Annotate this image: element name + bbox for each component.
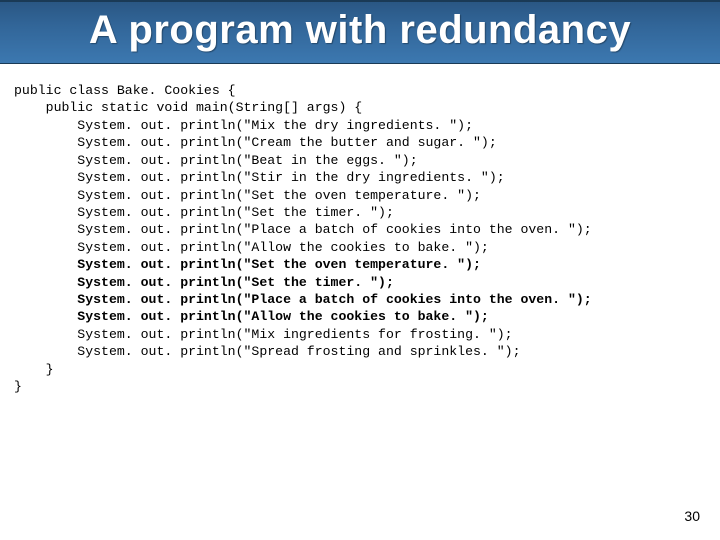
slide-title: A program with redundancy (0, 8, 720, 53)
code-line-bold: System. out. println("Set the timer. "); (14, 275, 394, 290)
code-block: public class Bake. Cookies { public stat… (0, 64, 720, 396)
code-line: System. out. println("Set the timer. "); (14, 205, 394, 220)
code-line-bold: System. out. println("Place a batch of c… (14, 292, 592, 307)
slide: A program with redundancy public class B… (0, 0, 720, 540)
code-line: } (14, 379, 22, 394)
code-line: System. out. println("Spread frosting an… (14, 344, 520, 359)
code-line: System. out. println("Set the oven tempe… (14, 188, 481, 203)
code-line-bold: System. out. println("Allow the cookies … (14, 309, 489, 324)
code-line: System. out. println("Cream the butter a… (14, 135, 497, 150)
code-line: System. out. println("Mix the dry ingred… (14, 118, 473, 133)
code-line: public class Bake. Cookies { (14, 83, 236, 98)
code-line: System. out. println("Place a batch of c… (14, 222, 592, 237)
code-line: System. out. println("Stir in the dry in… (14, 170, 505, 185)
code-line-bold: System. out. println("Set the oven tempe… (14, 257, 481, 272)
code-line: } (14, 362, 54, 377)
page-number: 30 (684, 508, 700, 524)
code-line: public static void main(String[] args) { (14, 100, 362, 115)
title-bar: A program with redundancy (0, 0, 720, 64)
code-line: System. out. println("Mix ingredients fo… (14, 327, 513, 342)
code-line: System. out. println("Allow the cookies … (14, 240, 489, 255)
code-line: System. out. println("Beat in the eggs. … (14, 153, 418, 168)
